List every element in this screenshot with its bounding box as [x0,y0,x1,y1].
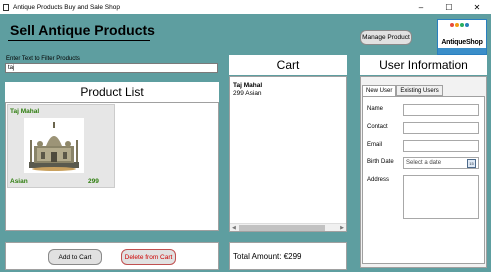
user-info-title: User Information [360,55,487,75]
address-field[interactable] [403,175,479,219]
product-list-title: Product List [5,82,219,102]
cart-item-name[interactable]: Taj Mahal [233,82,262,89]
heading-underline [8,40,150,41]
add-to-cart-button[interactable]: Add to Cart [48,249,102,265]
product-price: 299 [88,178,99,185]
birth-date-picker[interactable]: Select a date 15 [403,157,479,169]
filter-label: Enter Text to Filter Products [6,56,80,62]
logo-dots-icon [450,22,470,29]
contact-label: Contact [367,124,388,130]
address-label: Address [367,177,390,183]
birth-date-label: Birth Date [367,159,394,165]
actions-panel [5,242,219,270]
scrollbar-thumb[interactable] [239,225,325,231]
filter-input[interactable]: taj [5,63,218,73]
name-field[interactable] [403,104,479,116]
logo-text: AntiqueShop [441,39,483,46]
close-icon[interactable]: ✕ [463,0,491,14]
email-field[interactable] [403,140,479,152]
cart-horizontal-scrollbar[interactable]: ◀ ▶ [230,223,346,231]
page-title: Sell Antique Products [10,22,155,38]
window-controls: – ☐ ✕ [407,0,491,14]
calendar-icon[interactable]: 15 [467,159,476,168]
window-title: Antique Products Buy and Sale Shop [13,3,120,11]
cart-item-detail: 299 Asian [233,90,262,97]
name-label: Name [367,106,384,112]
date-placeholder: Select a date [406,160,442,166]
manage-product-button[interactable]: Manage Product [360,30,412,45]
cart-panel [229,76,347,232]
tab-existing-users[interactable]: Existing Users [396,85,443,96]
scroll-right-icon[interactable]: ▶ [340,224,344,232]
cart-title: Cart [229,55,347,75]
product-category: Asian [10,178,28,185]
email-label: Email [367,142,383,148]
contact-field[interactable] [403,122,479,134]
minimize-icon[interactable]: – [407,0,435,14]
total-amount: Total Amount: €299 [233,252,302,261]
product-card[interactable]: Taj Mahal Asian 299 [7,104,115,188]
taj-mahal-image [24,118,84,173]
scroll-left-icon[interactable]: ◀ [232,224,236,232]
antique-shop-logo: AntiqueShop [437,19,487,55]
app-icon [3,3,9,11]
maximize-icon[interactable]: ☐ [435,0,463,14]
delete-from-cart-button[interactable]: Delete from Cart [121,249,176,265]
product-name: Taj Mahal [10,108,40,115]
logo-bar [438,48,486,54]
window-titlebar: Antique Products Buy and Sale Shop – ☐ ✕ [0,0,491,14]
